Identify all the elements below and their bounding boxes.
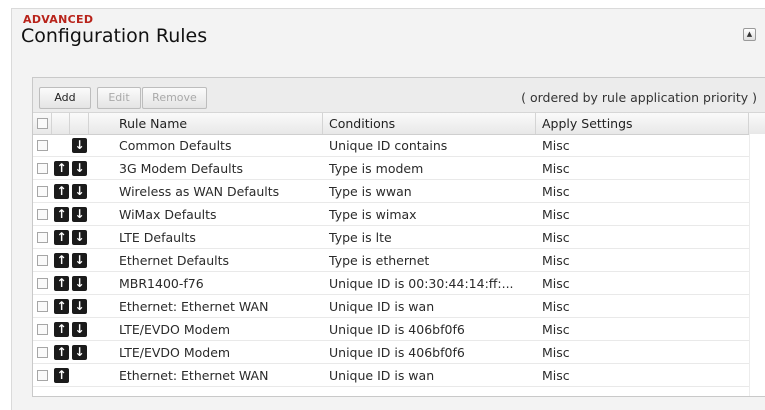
row-checkbox[interactable] [37,209,48,220]
table-row[interactable]: ↑ ↓ LTE/EVDO Modem Unique ID is 406bf0f6 Mis… [33,318,765,341]
rule-name-cell: LTE/EVDO Modem [119,345,231,360]
apply-settings-cell: Misc [542,207,570,222]
row-checkbox[interactable] [37,163,48,174]
rule-name-cell: 3G Modem Defaults [119,161,244,176]
table-row[interactable]: ↑ ↓ WiMax Defaults Type is wimax Misc [33,203,765,226]
row-checkbox[interactable] [37,278,48,289]
table-row[interactable]: ↑ ↓ Ethernet: Ethernet WAN Unique ID is wan… [33,295,765,318]
arrow-up-icon[interactable]: ↑ [54,207,69,222]
condition-cell: Type is wwan [329,184,412,199]
arrow-down-icon[interactable]: ↓ [72,253,87,268]
arrow-down-icon[interactable]: ↓ [72,138,87,153]
condition-cell: Unique ID is wan [329,299,435,314]
apply-settings-cell: Misc [542,276,570,291]
table-row[interactable]: ↑ Ethernet: Ethernet WAN Unique ID is wan M… [33,364,765,387]
priority-note: ( ordered by rule application priority ) [521,90,757,105]
arrow-down-icon[interactable]: ↓ [72,322,87,337]
rule-name-cell: Wireless as WAN Defaults [119,184,280,199]
arrow-down-icon[interactable]: ↓ [72,276,87,291]
arrow-up-icon[interactable]: ↑ [54,322,69,337]
row-checkbox[interactable] [37,186,48,197]
header-scroll-cell [749,113,765,134]
rule-name-cell: LTE Defaults [119,230,196,245]
row-checkbox[interactable] [37,232,48,243]
move-up-header [52,113,70,134]
arrow-up-icon[interactable]: ↑ [54,230,69,245]
condition-cell: Unique ID is 406bf0f6 [329,322,465,337]
column-header-apply-settings[interactable]: Apply Settings [536,113,749,134]
apply-settings-cell: Misc [542,161,570,176]
rule-name-cell: Ethernet Defaults [119,253,230,268]
condition-cell: Type is wimax [329,207,417,222]
condition-cell: Unique ID is 406bf0f6 [329,345,465,360]
rule-name-cell: MBR1400-f76 [119,276,204,291]
add-button[interactable]: Add [39,87,91,109]
row-checkbox[interactable] [37,255,48,266]
apply-settings-cell: Misc [542,322,570,337]
condition-cell: Type is modem [329,161,424,176]
row-checkbox[interactable] [37,324,48,335]
edit-button[interactable]: Edit [97,87,141,109]
rule-name-cell: Ethernet: Ethernet WAN [119,299,269,314]
condition-cell: Unique ID is 00:30:44:14:ff:... [329,276,514,291]
page-title: Configuration Rules [21,25,208,47]
row-checkbox[interactable] [37,370,48,381]
arrow-up-icon[interactable]: ↑ [54,299,69,314]
arrow-up-icon[interactable]: ↑ [54,276,69,291]
arrow-down-icon[interactable]: ↓ [72,161,87,176]
table-row[interactable]: ↑ ↓ LTE/EVDO Modem Unique ID is 406bf0f6 Mis… [33,341,765,364]
apply-settings-cell: Misc [542,345,570,360]
table-row[interactable]: ↓ Common Defaults Unique ID contains Misc [33,134,765,157]
column-header-conditions[interactable]: Conditions [323,113,536,134]
apply-settings-cell: Misc [542,184,570,199]
condition-cell: Unique ID contains [329,138,448,153]
arrow-down-icon[interactable]: ↓ [72,184,87,199]
select-all-checkbox[interactable] [37,118,48,129]
row-checkbox[interactable] [37,347,48,358]
row-checkbox[interactable] [37,140,48,151]
rule-name-cell: Common Defaults [119,138,232,153]
arrow-up-icon[interactable]: ↑ [54,184,69,199]
remove-button[interactable]: Remove [142,87,207,109]
apply-settings-cell: Misc [542,230,570,245]
arrow-up-icon[interactable]: ↑ [54,253,69,268]
configuration-rules-panel: ADVANCED Configuration Rules ▲ Add Edit … [11,8,765,410]
column-header-rule-name[interactable]: Rule Name [89,113,323,134]
table-row[interactable]: ↑ ↓ LTE Defaults Type is lte Misc [33,226,765,249]
apply-settings-cell: Misc [542,299,570,314]
table-header: Rule Name Conditions Apply Settings [33,113,765,135]
rules-grid: Add Edit Remove ( ordered by rule applic… [32,77,765,397]
rule-name-cell: WiMax Defaults [119,207,217,222]
arrow-down-icon[interactable]: ↓ [72,299,87,314]
table-row[interactable]: ↑ ↓ MBR1400-f76 Unique ID is 00:30:44:14:ff… [33,272,765,295]
condition-cell: Type is lte [329,230,392,245]
condition-cell: Type is ethernet [329,253,430,268]
apply-settings-cell: Misc [542,138,570,153]
collapse-up-icon[interactable]: ▲ [743,28,756,41]
condition-cell: Unique ID is wan [329,368,435,383]
arrow-up-icon[interactable]: ↑ [54,161,69,176]
arrow-down-icon[interactable]: ↓ [72,345,87,360]
select-all-cell [33,113,52,134]
move-down-header [70,113,89,134]
apply-settings-cell: Misc [542,253,570,268]
arrow-down-icon[interactable]: ↓ [72,207,87,222]
row-checkbox[interactable] [37,301,48,312]
table-row[interactable]: ↑ ↓ Ethernet Defaults Type is ethernet Misc [33,249,765,272]
arrow-up-icon[interactable]: ↑ [54,368,69,383]
arrow-up-icon[interactable]: ↑ [54,345,69,360]
table-row[interactable]: ↑ ↓ Wireless as WAN Defaults Type is wwan Mi… [33,180,765,203]
rule-name-cell: LTE/EVDO Modem [119,322,231,337]
table-row[interactable]: ↑ ↓ 3G Modem Defaults Type is modem Misc [33,157,765,180]
scroll-gutter [749,134,765,396]
grid-toolbar: Add Edit Remove ( ordered by rule applic… [33,78,765,113]
apply-settings-cell: Misc [542,368,570,383]
rule-name-cell: Ethernet: Ethernet WAN [119,368,269,383]
arrow-down-icon[interactable]: ↓ [72,230,87,245]
